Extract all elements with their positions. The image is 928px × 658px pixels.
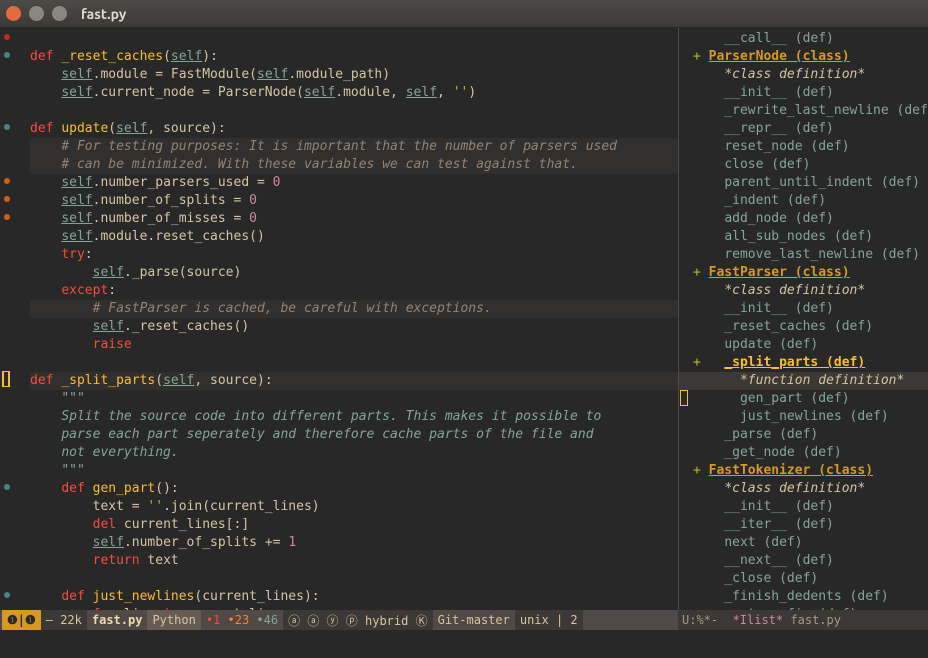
code-line[interactable]: raise: [30, 336, 678, 354]
outline-item[interactable]: just_newlines (def): [679, 408, 928, 426]
outline-item[interactable]: *class definition*: [679, 66, 928, 84]
code-line[interactable]: try:: [30, 246, 678, 264]
diag-error[interactable]: •1: [206, 613, 220, 627]
code-line[interactable]: for line in current_lines:: [30, 606, 678, 610]
outline-item[interactable]: close (def): [679, 156, 928, 174]
code-line[interactable]: return text: [30, 552, 678, 570]
sidebar-file: fast.py: [790, 613, 841, 627]
code-line[interactable]: """: [30, 390, 678, 408]
outline-sidebar[interactable]: __call__ (def)+ ParserNode (class) *clas…: [678, 28, 928, 610]
code-line[interactable]: self.module = FastModule(self.module_pat…: [30, 66, 678, 84]
code-line[interactable]: except:: [30, 282, 678, 300]
titlebar: fast.py: [0, 0, 928, 28]
outline-item[interactable]: _finish_dedents (def): [679, 588, 928, 606]
position-indicator: U:%*-: [682, 613, 718, 627]
code-line[interactable]: not everything.: [30, 444, 678, 462]
outline-item[interactable]: _close (def): [679, 570, 928, 588]
modeline: ❶|❶ — 22k fast.py Python •1 •23 •46 ⓐ ⓐ …: [0, 610, 928, 630]
outline-item[interactable]: __call__ (def): [679, 30, 928, 48]
outline-item[interactable]: + _split_parts (def): [679, 354, 928, 372]
code-line[interactable]: [30, 570, 678, 588]
modeline-right: U:%*- *Ilist* fast.py: [678, 610, 928, 630]
encoding: unix | 2: [515, 610, 583, 630]
minimize-icon[interactable]: [29, 6, 44, 21]
major-mode[interactable]: Python: [147, 610, 200, 630]
code-line[interactable]: self._reset_caches(): [30, 318, 678, 336]
outline-item[interactable]: _reset_caches (def): [679, 318, 928, 336]
code-line[interactable]: self.number_of_misses = 0: [30, 210, 678, 228]
outline-item[interactable]: *function definition*: [679, 372, 928, 390]
outline-item[interactable]: next (def): [679, 534, 928, 552]
code-line[interactable]: def _split_parts(self, source):: [30, 372, 678, 390]
outline-item[interactable]: + FastTokenizer (class): [679, 462, 928, 480]
outline-item[interactable]: _get_prefix (def): [679, 606, 928, 610]
code-line[interactable]: del current_lines[:]: [30, 516, 678, 534]
code-line[interactable]: # For testing purposes: It is important …: [30, 138, 678, 156]
minibuffer[interactable]: [0, 630, 928, 658]
window-title: fast.py: [81, 6, 126, 22]
outline-item[interactable]: _parse (def): [679, 426, 928, 444]
minor-modes[interactable]: ⓐ ⓐ ⓨ ⓟ hybrid Ⓚ: [283, 610, 432, 630]
outline-item[interactable]: __next__ (def): [679, 552, 928, 570]
outline-item[interactable]: all_sub_nodes (def): [679, 228, 928, 246]
code-line[interactable]: def gen_part():: [30, 480, 678, 498]
outline-item[interactable]: add_node (def): [679, 210, 928, 228]
code-line[interactable]: def update(self, source):: [30, 120, 678, 138]
editor-pane[interactable]: def _reset_caches(self): self.module = F…: [0, 28, 678, 610]
outline-item[interactable]: _indent (def): [679, 192, 928, 210]
outline-item[interactable]: _get_node (def): [679, 444, 928, 462]
code-line[interactable]: text = ''.join(current_lines): [30, 498, 678, 516]
outline-item[interactable]: gen_part (def): [679, 390, 928, 408]
diag-warn[interactable]: •23: [228, 613, 250, 627]
code-line[interactable]: self.number_of_splits += 1: [30, 534, 678, 552]
code-line[interactable]: def _reset_caches(self):: [30, 48, 678, 66]
outline-item[interactable]: + ParserNode (class): [679, 48, 928, 66]
code-line[interactable]: parse each part seperately and therefore…: [30, 426, 678, 444]
modeline-left: ❶|❶ — 22k fast.py Python •1 •23 •46 ⓐ ⓐ …: [0, 610, 678, 630]
code-line[interactable]: self.current_node = ParserNode(self.modu…: [30, 84, 678, 102]
outline-item[interactable]: __init__ (def): [679, 84, 928, 102]
maximize-icon[interactable]: [52, 6, 67, 21]
buffer-name[interactable]: fast.py: [87, 610, 148, 630]
code-line[interactable]: """: [30, 462, 678, 480]
code-line[interactable]: def just_newlines(current_lines):: [30, 588, 678, 606]
outline-item[interactable]: _rewrite_last_newline (def): [679, 102, 928, 120]
diag-info[interactable]: •46: [256, 613, 278, 627]
close-icon[interactable]: [6, 6, 21, 21]
outline-item[interactable]: + FastParser (class): [679, 264, 928, 282]
gutter: [0, 28, 30, 610]
outline-item[interactable]: __iter__ (def): [679, 516, 928, 534]
code-line[interactable]: Split the source code into different par…: [30, 408, 678, 426]
sidebar-mode: *Ilist*: [733, 613, 784, 627]
code-line[interactable]: self.number_of_splits = 0: [30, 192, 678, 210]
workspace: def _reset_caches(self): self.module = F…: [0, 28, 928, 610]
code-line[interactable]: # FastParser is cached, be careful with …: [30, 300, 678, 318]
outline-item[interactable]: update (def): [679, 336, 928, 354]
outline-item[interactable]: *class definition*: [679, 282, 928, 300]
code-line[interactable]: [30, 102, 678, 120]
code-line[interactable]: [30, 354, 678, 372]
sidebar-cursor: [680, 390, 688, 406]
vc-branch[interactable]: Git-master: [433, 610, 515, 630]
code-line[interactable]: # can be minimized. With these variables…: [30, 156, 678, 174]
flycheck-indicator[interactable]: ❶|❶: [2, 610, 41, 630]
buffer-size: — 22k: [41, 610, 87, 630]
outline-item[interactable]: reset_node (def): [679, 138, 928, 156]
outline-item[interactable]: *class definition*: [679, 480, 928, 498]
code-area[interactable]: def _reset_caches(self): self.module = F…: [30, 28, 678, 610]
outline-item[interactable]: parent_until_indent (def): [679, 174, 928, 192]
code-line[interactable]: self._parse(source): [30, 264, 678, 282]
code-line[interactable]: self.number_parsers_used = 0: [30, 174, 678, 192]
outline-item[interactable]: remove_last_newline (def): [679, 246, 928, 264]
outline-item[interactable]: __repr__ (def): [679, 120, 928, 138]
outline-item[interactable]: __init__ (def): [679, 498, 928, 516]
code-line[interactable]: [30, 30, 678, 48]
outline-item[interactable]: __init__ (def): [679, 300, 928, 318]
code-line[interactable]: self.module.reset_caches(): [30, 228, 678, 246]
